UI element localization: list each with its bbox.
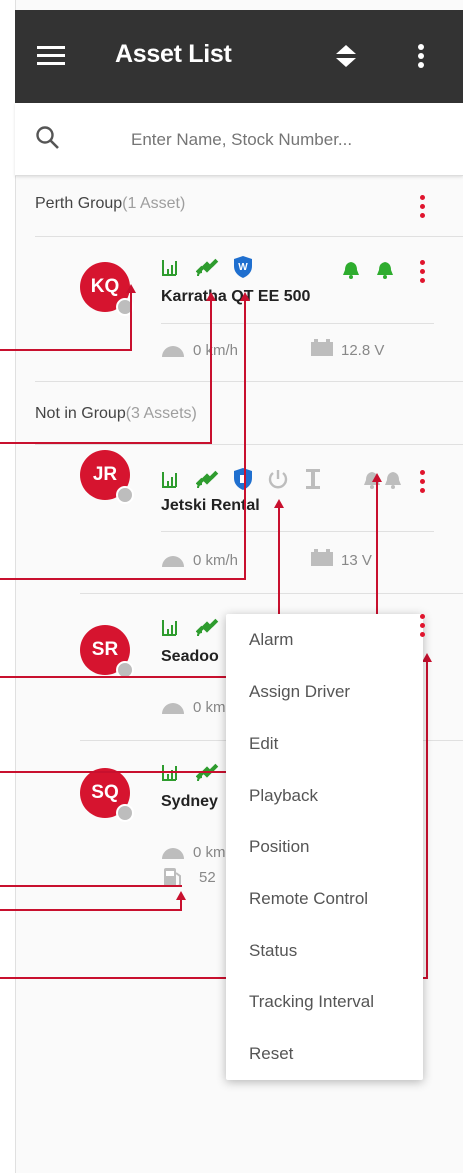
sort-icon[interactable] bbox=[335, 44, 357, 73]
group-more-icon[interactable] bbox=[420, 195, 426, 222]
gps-satellite-icon bbox=[195, 468, 220, 495]
divider bbox=[35, 236, 463, 237]
menu-item-reset[interactable]: Reset bbox=[249, 1044, 293, 1064]
svg-text:W: W bbox=[238, 262, 248, 273]
callout-line bbox=[426, 661, 428, 979]
callout-arrow-icon bbox=[176, 891, 186, 900]
speed-value: 0 km bbox=[193, 844, 226, 861]
avatar[interactable]: SR bbox=[80, 625, 134, 679]
callout-line bbox=[210, 300, 212, 444]
battery-icon bbox=[310, 338, 334, 363]
callout-arrow-icon bbox=[372, 473, 382, 482]
asset-name[interactable]: Karratha QT EE 500 bbox=[161, 288, 310, 306]
menu-item-remote-control[interactable]: Remote Control bbox=[249, 889, 368, 909]
avatar-initials: SQ bbox=[91, 782, 119, 803]
shield-w-icon: W bbox=[232, 255, 254, 284]
menu-item-tracking-interval[interactable]: Tracking Interval bbox=[249, 992, 374, 1012]
group-name: Perth Group bbox=[35, 195, 123, 212]
gps-satellite-icon bbox=[195, 256, 220, 283]
group-name: Not in Group bbox=[35, 405, 126, 422]
callout-arrow-icon bbox=[126, 284, 136, 293]
avatar-initials: KQ bbox=[90, 276, 120, 297]
search-bar bbox=[15, 103, 463, 176]
speed-value: 0 km/h bbox=[193, 552, 239, 569]
asset-more-icon[interactable] bbox=[420, 260, 426, 287]
voltage-value: 13 V bbox=[341, 552, 372, 569]
signal-icon bbox=[161, 470, 185, 495]
menu-item-position[interactable]: Position bbox=[249, 837, 309, 857]
search-input[interactable] bbox=[125, 123, 457, 157]
group-header-perth[interactable]: Perth Group(1 Asset) bbox=[35, 195, 185, 213]
divider bbox=[35, 381, 463, 382]
divider bbox=[161, 323, 434, 324]
status-dot-icon bbox=[116, 486, 134, 504]
callout-line bbox=[0, 885, 182, 887]
avatar[interactable]: KQ bbox=[80, 262, 134, 316]
group-count: (1 Asset) bbox=[122, 195, 186, 212]
signal-icon bbox=[161, 618, 185, 643]
callout-arrow-icon bbox=[206, 292, 216, 301]
bell-icon bbox=[342, 260, 360, 285]
context-menu: Alarm Assign Driver Edit Playback Positi… bbox=[226, 614, 423, 1080]
callout-line bbox=[130, 292, 132, 351]
asset-more-icon[interactable] bbox=[420, 614, 426, 641]
callout-line bbox=[180, 899, 182, 911]
asset-more-icon[interactable] bbox=[420, 470, 426, 497]
speedometer-icon bbox=[160, 340, 186, 365]
tow-icon bbox=[304, 468, 322, 495]
speedometer-icon bbox=[160, 697, 186, 722]
group-count: (3 Assets) bbox=[125, 405, 197, 422]
search-icon[interactable] bbox=[35, 125, 61, 156]
battery-icon bbox=[310, 548, 334, 573]
more-vert-icon[interactable] bbox=[417, 43, 425, 74]
menu-item-status[interactable]: Status bbox=[249, 941, 297, 961]
group-header-not-in-group[interactable]: Not in Group(3 Assets) bbox=[35, 405, 197, 423]
callout-arrow-icon bbox=[422, 653, 432, 662]
signal-icon bbox=[161, 763, 185, 788]
speed-value: 0 km bbox=[193, 699, 226, 716]
status-dot-icon bbox=[116, 804, 134, 822]
gps-satellite-icon bbox=[195, 761, 220, 788]
app-bar: Asset List bbox=[15, 10, 463, 103]
callout-line bbox=[0, 442, 212, 444]
asset-name[interactable]: Sydney bbox=[161, 793, 218, 811]
asset-name[interactable]: Seadoo bbox=[161, 648, 219, 666]
bell-icon bbox=[384, 470, 402, 495]
menu-item-edit[interactable]: Edit bbox=[249, 734, 278, 754]
menu-item-alarm[interactable]: Alarm bbox=[249, 630, 293, 650]
voltage-value: 12.8 V bbox=[341, 342, 385, 359]
avatar-initials: JR bbox=[92, 464, 118, 485]
signal-icon bbox=[161, 258, 185, 283]
divider bbox=[80, 593, 463, 594]
callout-arrow-icon bbox=[274, 499, 284, 508]
divider bbox=[35, 444, 463, 445]
page-title: Asset List bbox=[115, 40, 232, 68]
menu-item-playback[interactable]: Playback bbox=[249, 786, 318, 806]
callout-line bbox=[244, 300, 246, 580]
speed-value: 0 km/h bbox=[193, 342, 239, 359]
power-icon bbox=[267, 468, 289, 495]
avatar-initials: SR bbox=[91, 639, 119, 660]
gps-satellite-icon bbox=[195, 616, 220, 643]
divider bbox=[161, 531, 434, 532]
speedometer-icon bbox=[160, 550, 186, 575]
bell-icon bbox=[376, 260, 394, 285]
callout-line bbox=[0, 909, 182, 911]
callout-line bbox=[0, 349, 132, 351]
avatar[interactable]: SQ bbox=[80, 768, 134, 822]
callout-line bbox=[0, 578, 246, 580]
avatar[interactable]: JR bbox=[80, 450, 134, 504]
fuel-value: 52 bbox=[199, 869, 216, 886]
hamburger-menu-icon[interactable] bbox=[37, 46, 67, 71]
speedometer-icon bbox=[160, 842, 186, 867]
callout-arrow-icon bbox=[240, 292, 250, 301]
menu-item-assign-driver[interactable]: Assign Driver bbox=[249, 682, 350, 702]
fuel-icon bbox=[162, 865, 184, 894]
shield-icon bbox=[232, 467, 254, 496]
